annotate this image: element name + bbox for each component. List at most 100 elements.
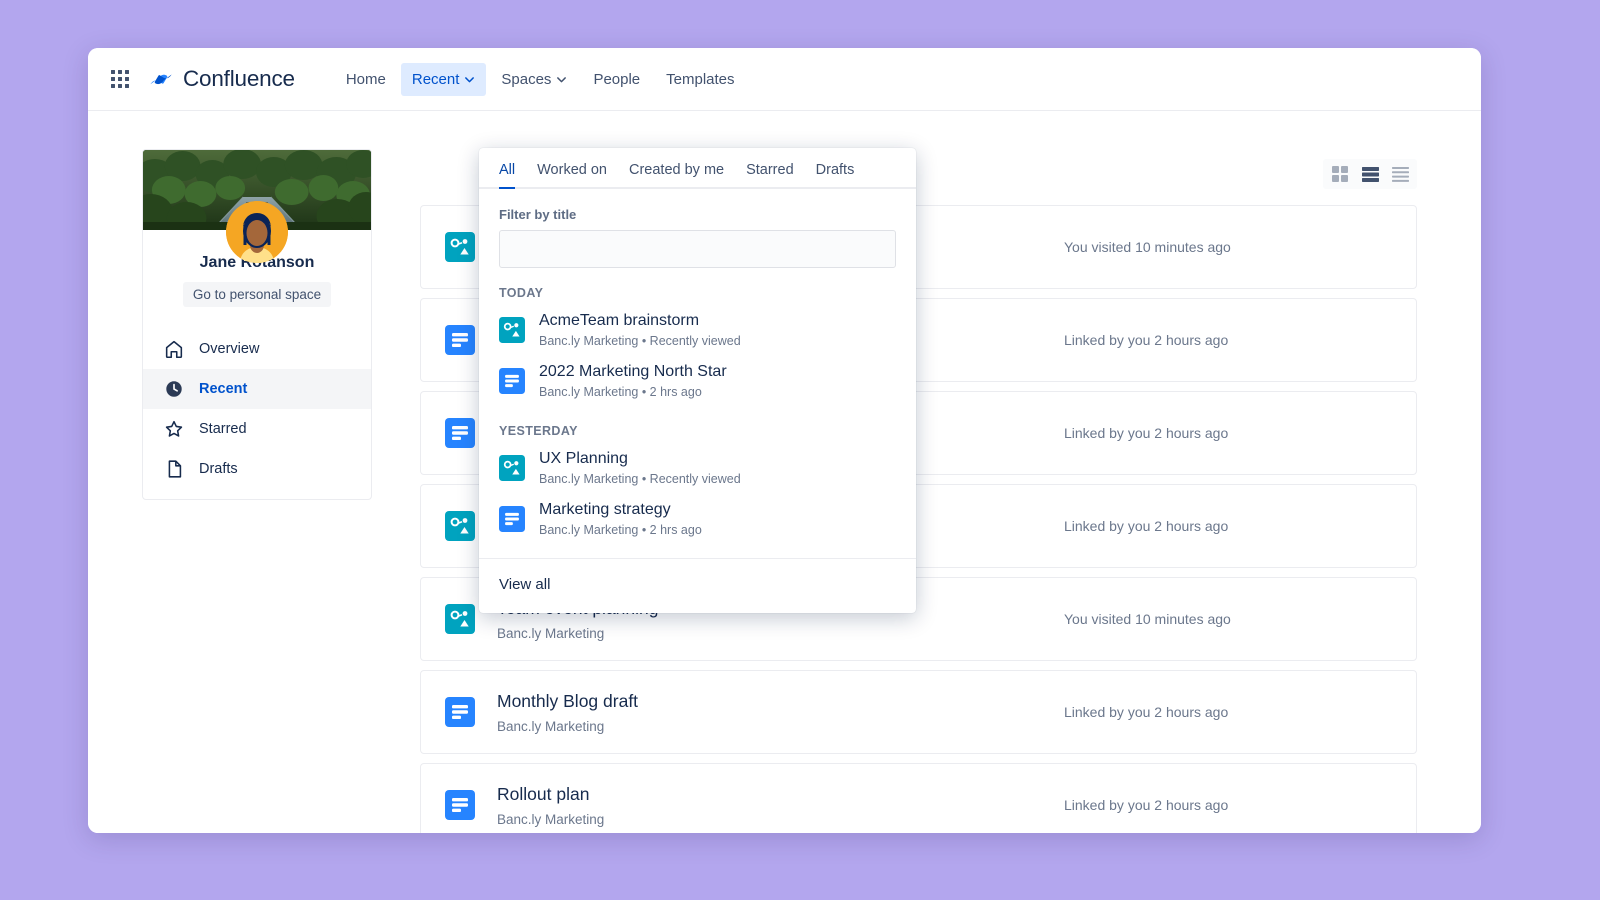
list-item-title: Marketing strategy: [539, 500, 702, 520]
list-item-subtitle: Banc.ly Marketing • 2 hrs ago: [539, 523, 702, 537]
row-meta: You visited 10 minutes ago: [1064, 611, 1394, 627]
row-space: Banc.ly Marketing: [497, 812, 1064, 827]
list-item[interactable]: Marketing strategy Banc.ly Marketing • 2…: [479, 493, 916, 544]
compact-list-view-glyph: [1362, 167, 1379, 182]
list-item-title: UX Planning: [539, 449, 741, 469]
view-all-link[interactable]: View all: [499, 576, 896, 593]
grid-view-icon[interactable]: [1327, 162, 1353, 186]
whiteboard-icon: [445, 511, 475, 541]
nav-item-people[interactable]: People: [582, 63, 651, 96]
list-item[interactable]: 2022 Marketing North Star Banc.ly Market…: [479, 355, 916, 406]
nav-item-templates[interactable]: Templates: [655, 63, 745, 96]
whiteboard-icon: [445, 232, 475, 262]
list-view-icon[interactable]: [1387, 162, 1413, 186]
view-toggle-group: [1323, 159, 1417, 189]
nav-item-home-label: Home: [346, 71, 386, 88]
chevron-down-icon: [556, 74, 567, 85]
filter-by-title-label: Filter by title: [499, 207, 896, 222]
recent-dropdown-panel: All Worked on Created by me Starred Draf…: [479, 148, 916, 613]
brand-logo-area[interactable]: Confluence: [148, 66, 295, 92]
sidebar-item-drafts-label: Drafts: [199, 461, 238, 477]
chevron-down-icon: [464, 74, 475, 85]
list-item-title: 2022 Marketing North Star: [539, 362, 727, 382]
dropdown-footer: View all: [479, 558, 916, 613]
nav-item-recent-label: Recent: [412, 71, 460, 88]
table-row[interactable]: Monthly Blog draft Banc.ly Marketing Lin…: [420, 670, 1417, 754]
page-icon: [445, 790, 475, 820]
whiteboard-icon: [499, 317, 525, 343]
dropdown-tabs: All Worked on Created by me Starred Draf…: [479, 148, 916, 189]
home-icon: [163, 338, 185, 360]
nav-item-templates-label: Templates: [666, 71, 734, 88]
list-item-text: UX Planning Banc.ly Marketing • Recently…: [539, 449, 741, 486]
user-avatar-illustration: [226, 201, 288, 263]
document-icon: [163, 458, 185, 480]
sidebar-item-overview[interactable]: Overview: [143, 329, 371, 369]
top-navigation-bar: Confluence Home Recent Spaces People: [88, 48, 1481, 111]
tab-worked-on[interactable]: Worked on: [537, 162, 607, 189]
group-title-today: TODAY: [479, 268, 916, 304]
clock-icon: [163, 378, 185, 400]
row-meta: Linked by you 2 hours ago: [1064, 518, 1394, 534]
row-meta: Linked by you 2 hours ago: [1064, 797, 1394, 813]
sidebar-item-recent-label: Recent: [199, 381, 247, 397]
list-item-subtitle: Banc.ly Marketing • 2 hrs ago: [539, 385, 727, 399]
row-text: Monthly Blog draft Banc.ly Marketing: [497, 690, 1064, 734]
list-item-text: Marketing strategy Banc.ly Marketing • 2…: [539, 500, 702, 537]
nav-item-spaces-label: Spaces: [501, 71, 551, 88]
grid-view-glyph: [1332, 166, 1348, 182]
tab-starred[interactable]: Starred: [746, 162, 794, 189]
profile-card: Jane Rotanson Go to personal space Overv…: [142, 149, 372, 500]
page-icon: [499, 368, 525, 394]
sidebar-item-recent[interactable]: Recent: [143, 369, 371, 409]
nav-item-spaces[interactable]: Spaces: [490, 63, 578, 96]
row-space: Banc.ly Marketing: [497, 626, 1064, 641]
row-text: Rollout plan Banc.ly Marketing: [497, 783, 1064, 827]
row-meta: You visited 10 minutes ago: [1064, 239, 1394, 255]
tab-all[interactable]: All: [499, 162, 515, 189]
filter-section: Filter by title: [479, 189, 916, 268]
table-row[interactable]: Rollout plan Banc.ly Marketing Linked by…: [420, 763, 1417, 833]
avatar: [226, 201, 288, 263]
list-item[interactable]: UX Planning Banc.ly Marketing • Recently…: [479, 442, 916, 493]
list-view-glyph: [1392, 167, 1409, 182]
list-item-title: AcmeTeam brainstorm: [539, 311, 741, 331]
group-title-yesterday: YESTERDAY: [479, 406, 916, 442]
tab-created-by-me[interactable]: Created by me: [629, 162, 724, 189]
list-item[interactable]: AcmeTeam brainstorm Banc.ly Marketing • …: [479, 304, 916, 355]
row-meta: Linked by you 2 hours ago: [1064, 332, 1394, 348]
compact-list-view-icon[interactable]: [1357, 162, 1383, 186]
nav-item-home[interactable]: Home: [335, 63, 397, 96]
list-item-text: AcmeTeam brainstorm Banc.ly Marketing • …: [539, 311, 741, 348]
sidebar-item-starred-label: Starred: [199, 421, 247, 437]
nav-items: Home Recent Spaces People Templates: [335, 63, 746, 96]
row-title: Rollout plan: [497, 783, 1064, 806]
page-icon: [499, 506, 525, 532]
list-item-subtitle: Banc.ly Marketing • Recently viewed: [539, 334, 741, 348]
filter-by-title-input[interactable]: [499, 230, 896, 268]
sidebar-item-starred[interactable]: Starred: [143, 409, 371, 449]
sidebar-nav: Overview Recent Starred: [143, 323, 371, 499]
row-space: Banc.ly Marketing: [497, 719, 1064, 734]
list-item-subtitle: Banc.ly Marketing • Recently viewed: [539, 472, 741, 486]
confluence-logo-icon: [148, 66, 174, 92]
confluence-app-window: Confluence Home Recent Spaces People: [88, 48, 1481, 833]
star-icon: [163, 418, 185, 440]
nav-item-recent[interactable]: Recent: [401, 63, 487, 96]
sidebar-item-drafts[interactable]: Drafts: [143, 449, 371, 489]
page-icon: [445, 418, 475, 448]
list-item-text: 2022 Marketing North Star Banc.ly Market…: [539, 362, 727, 399]
sidebar-item-overview-label: Overview: [199, 341, 259, 357]
page-icon: [445, 325, 475, 355]
nav-item-people-label: People: [593, 71, 640, 88]
whiteboard-icon: [445, 604, 475, 634]
brand-name: Confluence: [183, 66, 295, 92]
row-meta: Linked by you 2 hours ago: [1064, 704, 1394, 720]
sidebar: Jane Rotanson Go to personal space Overv…: [88, 111, 406, 833]
row-meta: Linked by you 2 hours ago: [1064, 425, 1394, 441]
page-icon: [445, 697, 475, 727]
whiteboard-icon: [499, 455, 525, 481]
app-switcher-icon[interactable]: [108, 67, 132, 91]
tab-drafts[interactable]: Drafts: [816, 162, 855, 189]
go-to-personal-space-button[interactable]: Go to personal space: [183, 282, 331, 307]
